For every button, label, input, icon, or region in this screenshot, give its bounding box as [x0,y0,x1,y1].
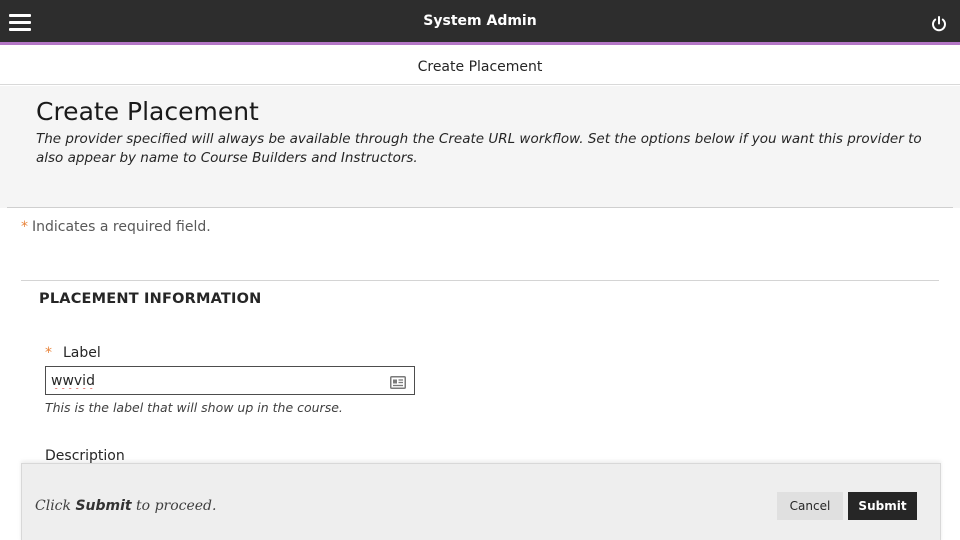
label-field-label: * Label [45,345,101,361]
page-title: Create Placement [36,97,259,126]
page-description: The provider specified will always be av… [36,131,922,166]
app-title: System Admin [423,13,537,29]
contact-card-icon[interactable] [390,374,406,389]
top-bar: System Admin [0,0,960,45]
submit-button[interactable]: Submit [848,492,917,520]
required-star: * [45,345,52,361]
submit-bar: Click Submit to proceed. Cancel Submit [21,463,941,540]
description-field-label: Description [45,448,125,464]
label-input[interactable] [45,366,415,395]
submit-hint: Click Submit to proceed. [35,498,216,514]
breadcrumb-current: Create Placement [417,59,543,75]
submit-hint-bold: Submit [75,498,132,514]
power-icon[interactable] [929,14,949,34]
section-divider [21,280,939,281]
label-help-text: This is the label that will show up in t… [45,400,343,415]
required-note: * Indicates a required field. [21,219,211,235]
section-title: PLACEMENT INFORMATION [39,291,262,307]
submit-hint-suffix: to proceed. [131,498,217,514]
breadcrumb: Create Placement [0,48,960,85]
page-header: Create Placement The provider specified … [0,86,960,208]
required-note-text: Indicates a required field. [32,219,211,235]
submit-hint-prefix: Click [35,498,76,514]
label-field-label-text: Label [63,345,101,361]
cancel-button[interactable]: Cancel [777,492,843,520]
required-star: * [21,219,28,235]
